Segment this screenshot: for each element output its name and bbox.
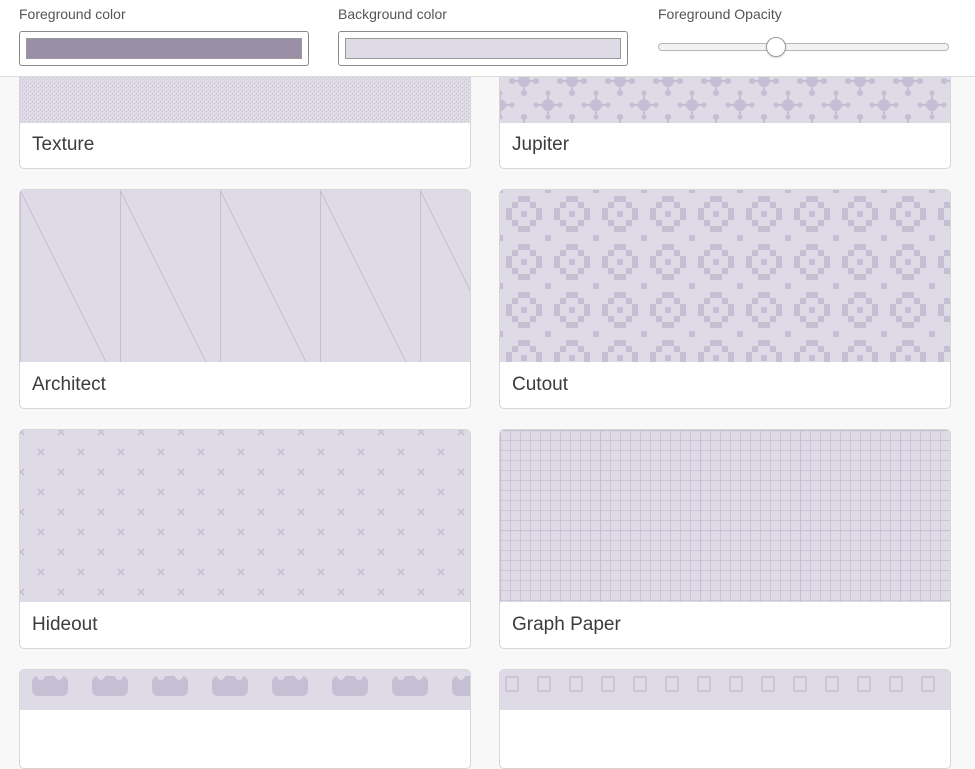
pattern-name: Texture <box>32 134 95 155</box>
pattern-card-hideout[interactable]: Hideout <box>19 429 471 649</box>
pattern-card-partial-left[interactable] <box>19 669 471 769</box>
foreground-color-picker[interactable] <box>19 31 309 66</box>
pattern-name: Architect <box>32 374 106 395</box>
cutout-preview <box>500 190 950 362</box>
architect-preview <box>20 190 470 362</box>
background-color-label: Background color <box>338 6 447 22</box>
pattern-card-architect[interactable]: Architect <box>19 189 471 409</box>
pattern-name: Cutout <box>512 374 568 395</box>
background-color-picker[interactable] <box>338 31 628 66</box>
foreground-color-label: Foreground color <box>19 6 126 22</box>
pattern-card-cutout[interactable]: Cutout <box>499 189 951 409</box>
toolbar: Foreground color Background color Foregr… <box>0 0 975 77</box>
graph-paper-preview <box>500 430 950 602</box>
partial-left-preview <box>20 670 470 710</box>
foreground-color-swatch <box>26 38 302 59</box>
background-color-swatch <box>345 38 621 59</box>
pattern-card-partial-right[interactable] <box>499 669 951 769</box>
opacity-label: Foreground Opacity <box>658 6 782 22</box>
opacity-slider-track[interactable] <box>658 43 949 51</box>
pattern-name: Hideout <box>32 614 98 635</box>
pattern-name: Jupiter <box>512 134 570 155</box>
hideout-preview <box>20 430 470 602</box>
opacity-slider-thumb[interactable] <box>766 37 787 57</box>
pattern-name: Graph Paper <box>512 614 621 635</box>
pattern-card-graph-paper[interactable]: Graph Paper <box>499 429 951 649</box>
partial-right-preview <box>500 670 950 710</box>
opacity-control: Foreground Opacity <box>658 0 950 76</box>
